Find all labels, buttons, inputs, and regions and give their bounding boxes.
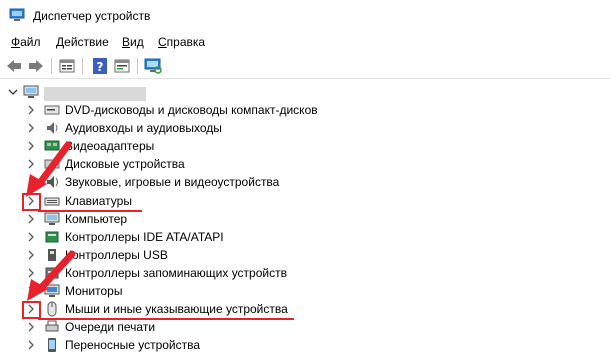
- window-title: Диспетчер устройств: [33, 9, 151, 23]
- menu-help[interactable]: Справка: [158, 35, 205, 49]
- menu-action[interactable]: Действие: [56, 35, 109, 49]
- tree-item-label: Контроллеры USB: [65, 247, 168, 262]
- tree-item-label: Переносные устройства: [65, 338, 201, 353]
- help-button[interactable]: ?: [90, 57, 110, 75]
- menu-file[interactable]: Файл: [11, 35, 41, 49]
- chevron-right-icon[interactable]: [24, 156, 38, 172]
- help-icon: ?: [93, 58, 107, 74]
- tree-item-label: Контроллеры запоминающих устройств: [65, 265, 287, 280]
- update-driver-icon: [114, 59, 130, 73]
- tree-item-label: Компьютер: [65, 211, 128, 226]
- tree-item[interactable]: Контроллеры запоминающих устройств: [0, 264, 610, 282]
- chevron-right-icon[interactable]: [24, 337, 38, 353]
- tree-item-label: Дисковые устройства: [65, 157, 185, 172]
- tree-item[interactable]: Мыши и иные указывающие устройства: [0, 300, 610, 318]
- audio-io-icon: [47, 122, 58, 135]
- computer-icon: [23, 85, 39, 98]
- chevron-right-icon[interactable]: [24, 211, 38, 227]
- computer-name-redacted: [44, 87, 146, 101]
- tree-item[interactable]: Компьютер: [0, 210, 610, 228]
- chevron-right-icon[interactable]: [24, 265, 38, 281]
- chevron-down-icon[interactable]: [6, 84, 20, 100]
- toolbar: ?: [0, 53, 610, 79]
- device-tree[interactable]: DVD-дисководы и дисководы компакт-дисков…: [0, 80, 610, 358]
- mouse-icon: [47, 301, 57, 317]
- tree-item-label: Клавиатуры: [65, 193, 132, 208]
- tree-item[interactable]: Контроллеры IDE ATA/ATAPI: [0, 228, 610, 246]
- tree-root[interactable]: [0, 83, 610, 101]
- chevron-right-icon[interactable]: [24, 138, 38, 154]
- tree-item[interactable]: Очереди печати: [0, 318, 610, 336]
- computer-icon: [44, 212, 60, 225]
- chevron-right-icon[interactable]: [24, 229, 38, 245]
- tree-item[interactable]: Видеоадаптеры: [0, 137, 610, 155]
- display-adapter-icon: [44, 140, 60, 151]
- tree-item-label: Аудиовходы и аудиовыходы: [65, 121, 222, 136]
- print-queue-icon: [45, 320, 59, 332]
- tree-item[interactable]: Контроллеры USB: [0, 246, 610, 264]
- properties-icon: [59, 59, 75, 73]
- disk-drive-icon: [44, 159, 60, 169]
- monitor-icon: [44, 284, 60, 297]
- chevron-right-icon[interactable]: [24, 102, 38, 118]
- tree-item[interactable]: DVD-дисководы и дисководы компакт-дисков: [0, 101, 610, 119]
- portable-device-icon: [48, 338, 56, 353]
- toolbar-separator: [82, 58, 83, 74]
- scan-hardware-button[interactable]: [143, 57, 163, 75]
- menu-view[interactable]: Вид: [122, 35, 144, 49]
- storage-controller-icon: [45, 267, 59, 279]
- chevron-right-icon[interactable]: [24, 283, 38, 299]
- toolbar-separator: [137, 58, 138, 74]
- properties-button[interactable]: [57, 57, 77, 75]
- usb-controller-icon: [48, 248, 56, 261]
- tree-item[interactable]: Переносные устройства: [0, 336, 610, 354]
- chevron-right-icon[interactable]: [24, 301, 38, 317]
- tree-item-label: Мыши и иные указывающие устройства: [65, 302, 288, 317]
- tree-item[interactable]: Дисковые устройства: [0, 155, 610, 173]
- back-icon: [7, 60, 21, 72]
- keyboard-icon: [44, 197, 60, 205]
- forward-button[interactable]: [26, 57, 46, 75]
- chevron-right-icon[interactable]: [24, 247, 38, 263]
- chevron-right-icon[interactable]: [24, 319, 38, 335]
- chevron-right-icon[interactable]: [24, 120, 38, 136]
- tree-item[interactable]: Мониторы: [0, 282, 610, 300]
- sound-device-icon: [47, 176, 58, 189]
- tree-item-label: Мониторы: [65, 284, 123, 298]
- menu-bar: Файл Действие Вид Справка: [0, 31, 610, 53]
- back-button[interactable]: [4, 57, 24, 75]
- device-manager-icon: [9, 8, 25, 21]
- title-bar: Диспетчер устройств: [0, 0, 610, 31]
- tree-item[interactable]: Аудиовходы и аудиовыходы: [0, 119, 610, 137]
- tree-item[interactable]: Клавиатуры: [0, 192, 610, 210]
- dvd-drive-icon: [44, 105, 60, 115]
- toolbar-separator: [51, 58, 52, 74]
- chevron-right-icon[interactable]: [24, 193, 38, 209]
- tree-item-label: Видеоадаптеры: [65, 139, 155, 154]
- tree-item-label: Очереди печати: [65, 320, 156, 335]
- chevron-right-icon[interactable]: [24, 174, 38, 190]
- ide-controller-icon: [45, 231, 59, 243]
- tree-item-label: Контроллеры IDE ATA/ATAPI: [65, 229, 224, 244]
- svg-text:?: ?: [97, 60, 104, 74]
- forward-icon: [29, 60, 43, 72]
- tree-item-label: DVD-дисководы и дисководы компакт-дисков: [65, 103, 318, 117]
- update-driver-button[interactable]: [112, 57, 132, 75]
- tree-item-label: Звуковые, игровые и видеоустройства: [65, 175, 280, 190]
- tree-item[interactable]: Звуковые, игровые и видеоустройства: [0, 173, 610, 191]
- scan-hardware-icon: [144, 58, 162, 74]
